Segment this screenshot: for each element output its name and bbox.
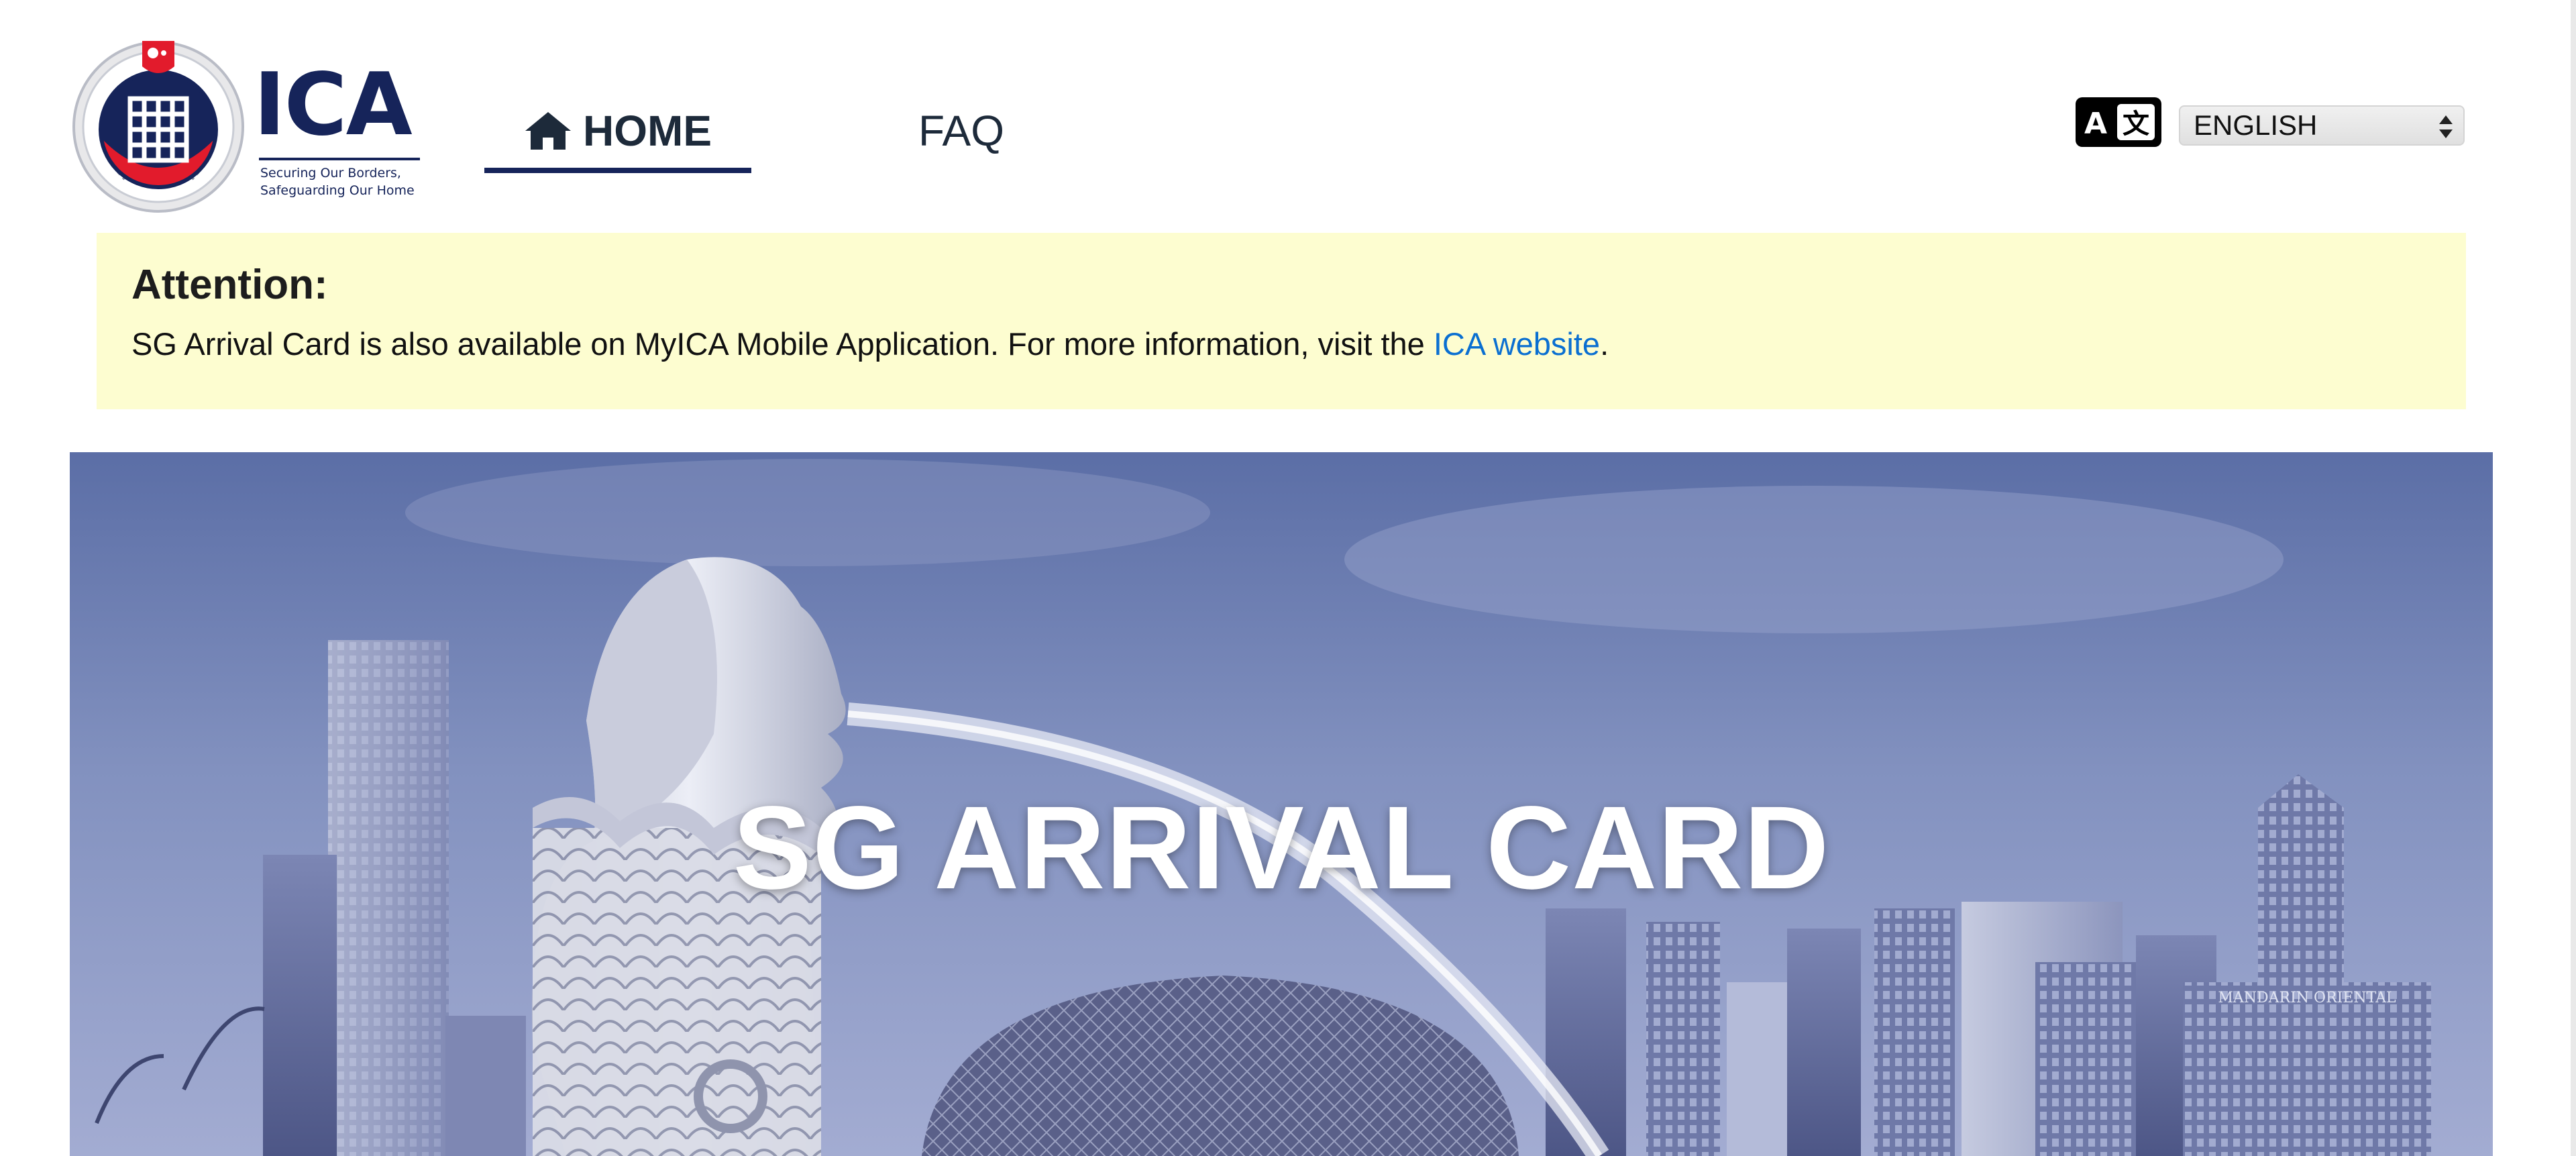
attention-message-text: SG Arrival Card is also available on MyI… <box>131 326 1434 362</box>
logo-tagline-line1: Securing Our Borders, <box>260 166 401 180</box>
select-arrows-icon <box>2439 115 2453 138</box>
attention-message: SG Arrival Card is also available on MyI… <box>131 324 2466 364</box>
ica-website-link[interactable]: ICA website <box>1434 326 1600 362</box>
logo-tagline-line2: Safeguarding Our Home <box>260 183 415 198</box>
attention-banner: Attention: SG Arrival Card is also avail… <box>97 233 2466 409</box>
translate-icon[interactable]: A 文 <box>2074 96 2163 148</box>
logo-divider <box>259 158 420 160</box>
hero-banner: MANDARIN ORIENTAL SG ARRIVAL CARD <box>70 452 2493 1156</box>
attention-message-suffix: . <box>1600 326 1609 362</box>
language-selected-value: ENGLISH <box>2194 109 2318 141</box>
ica-logo[interactable]: ICA Securing Our Borders, Safeguarding O… <box>72 37 421 218</box>
nav-faq-label: FAQ <box>918 107 1005 155</box>
logo-tagline: Securing Our Borders, Safeguarding Our H… <box>260 164 415 199</box>
ica-wordmark: ICA <box>254 55 413 155</box>
attention-title: Attention: <box>131 262 328 308</box>
nav-faq-tab[interactable]: FAQ <box>884 94 1038 168</box>
site-header: ICA Securing Our Borders, Safeguarding O… <box>0 0 2576 228</box>
language-select[interactable]: ENGLISH <box>2179 105 2465 146</box>
hotel-sign: MANDARIN ORIENTAL <box>2218 990 2396 1006</box>
page-scrollbar[interactable] <box>2571 0 2576 1156</box>
svg-text:A: A <box>2084 107 2107 141</box>
ica-seal-icon <box>72 41 244 213</box>
nav-home-label: HOME <box>583 107 712 155</box>
nav-home-tab[interactable]: HOME <box>484 94 751 173</box>
hero-title: SG ARRIVAL CARD <box>733 782 1830 914</box>
home-icon <box>525 112 571 150</box>
svg-text:文: 文 <box>2123 109 2149 140</box>
